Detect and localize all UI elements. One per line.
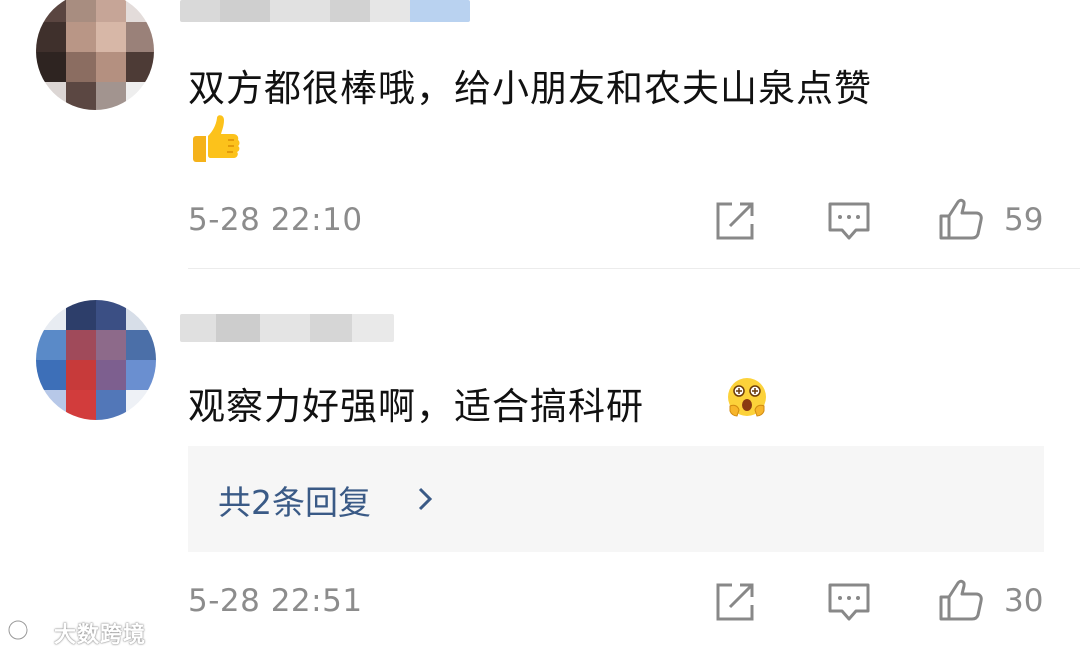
- replies-panel[interactable]: 共2条回复: [188, 446, 1044, 552]
- view-replies-link[interactable]: 共2条回复: [218, 476, 371, 524]
- username[interactable]: [180, 314, 394, 342]
- timestamp: 5-28 22:51: [188, 583, 363, 619]
- comment-icon[interactable]: [826, 198, 872, 244]
- comment-icon[interactable]: [826, 579, 872, 625]
- like-count: 59: [1004, 202, 1044, 238]
- comment-text: 观察力好强啊，适合搞科研: [188, 385, 644, 428]
- divider: [188, 268, 1080, 269]
- share-icon[interactable]: [712, 198, 758, 244]
- comment-feed: 双方都很棒哦，给小朋友和农夫山泉点赞 5-28 22:10 59 观察力好强啊，…: [0, 0, 1080, 653]
- thumbs-up-outline-icon[interactable]: [938, 577, 984, 623]
- avatar[interactable]: [36, 300, 156, 420]
- chevron-right-icon: [418, 487, 433, 511]
- watermark-text: 大数跨境: [54, 623, 147, 648]
- timestamp: 5-28 22:10: [188, 202, 363, 238]
- like-count: 30: [1004, 583, 1044, 619]
- thumbs-up-emoji: [193, 115, 240, 162]
- surprised-face-emoji: [728, 378, 766, 417]
- username[interactable]: [180, 0, 470, 22]
- comment-text: 双方都很棒哦，给小朋友和农夫山泉点赞: [188, 67, 872, 110]
- share-icon[interactable]: [712, 579, 758, 625]
- thumbs-up-outline-icon[interactable]: [938, 196, 984, 242]
- avatar[interactable]: [36, 0, 154, 110]
- watermark-logo-icon: [8, 619, 51, 641]
